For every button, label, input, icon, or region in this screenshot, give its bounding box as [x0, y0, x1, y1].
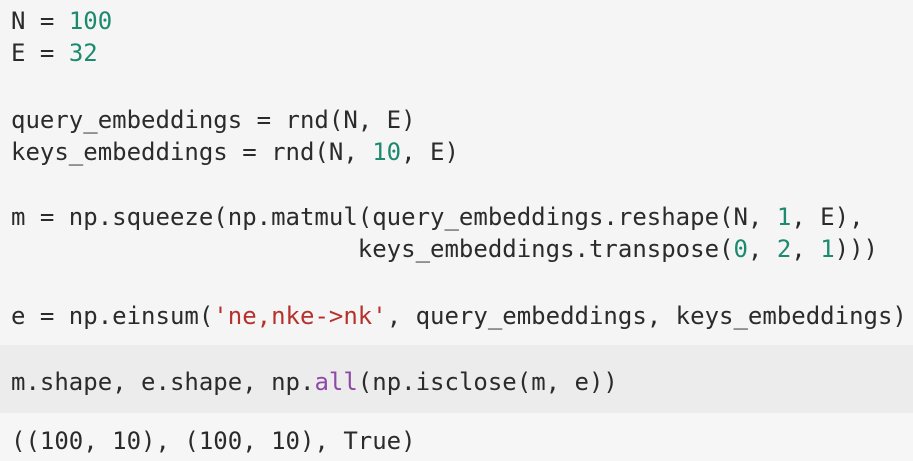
output-cell: ((100, 10), (100, 10), True): [0, 413, 913, 461]
code-line-einsum: e = np.einsum('ne,nke->nk', query_embedd…: [11, 302, 907, 330]
code-cell-shape[interactable]: m.shape, e.shape, np.all(np.isclose(m, e…: [0, 345, 913, 413]
code-line-shape: m.shape, e.shape, np.all(np.isclose(m, e…: [11, 368, 618, 396]
code-line-m2: keys_embeddings.transpose(0, 2, 1))): [11, 235, 878, 263]
code-line-e: E = 32: [11, 39, 98, 67]
code-line-m1: m = np.squeeze(np.matmul(query_embedding…: [11, 203, 864, 231]
code-line-n: N = 100: [11, 7, 113, 35]
output-text: ((100, 10), (100, 10), True): [11, 427, 416, 455]
code-cell[interactable]: N = 100 E = 32 query_embeddings = rnd(N,…: [0, 0, 913, 345]
code-line-keys: keys_embeddings = rnd(N, 10, E): [11, 138, 459, 166]
code-line-query: query_embeddings = rnd(N, E): [11, 106, 416, 134]
